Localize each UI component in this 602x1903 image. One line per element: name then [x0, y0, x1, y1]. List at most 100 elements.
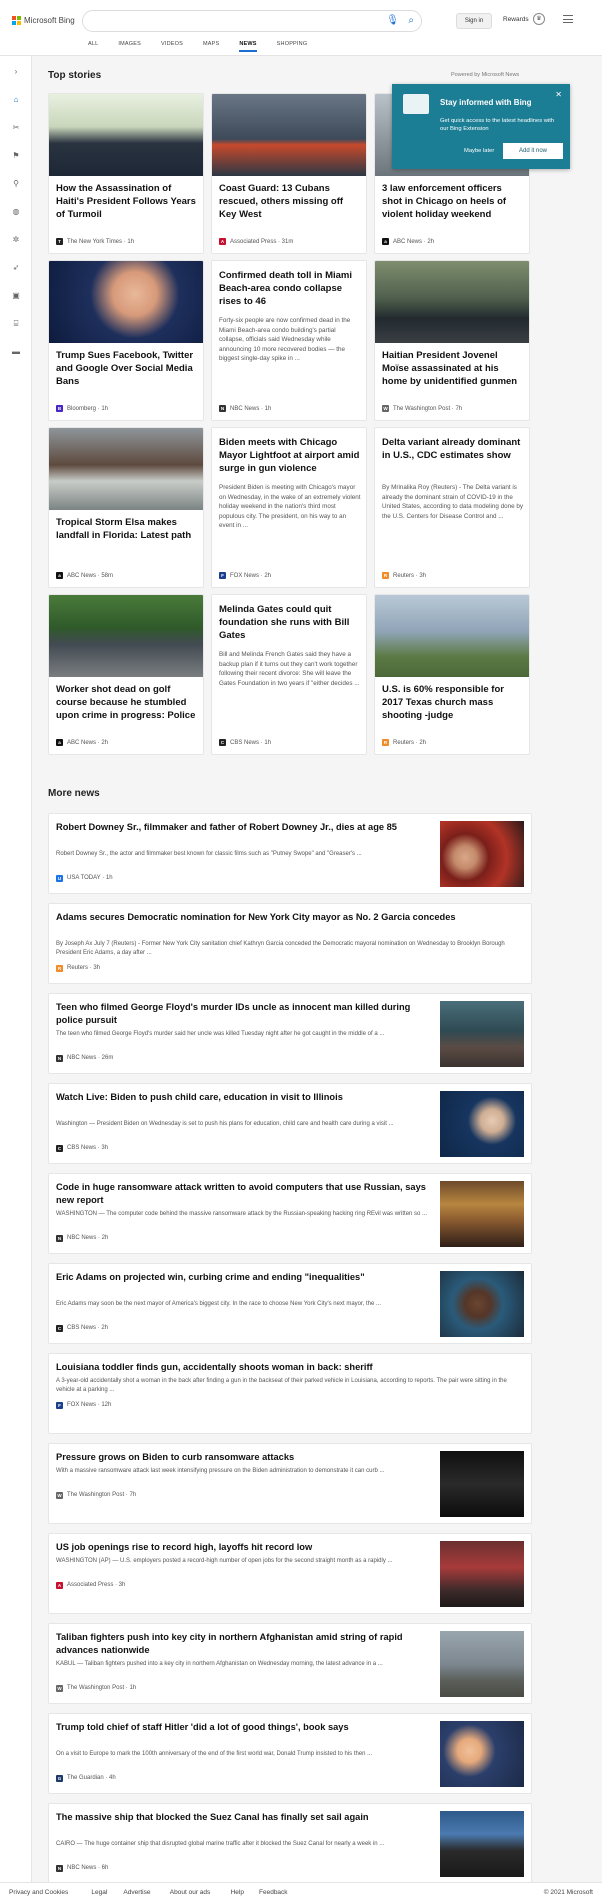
location-pin-icon[interactable]: ⚲	[10, 178, 22, 190]
more-news-item[interactable]: Adams secures Democratic nomination for …	[48, 903, 532, 984]
news-card-image[interactable]	[49, 428, 203, 510]
news-card[interactable]: Worker shot dead on golf course because …	[48, 594, 204, 755]
footer-link[interactable]: Feedback	[259, 1889, 288, 1896]
news-card-title[interactable]: Melinda Gates could quit foundation she …	[219, 603, 361, 642]
more-news-image[interactable]	[440, 821, 524, 887]
more-news-title[interactable]: Pressure grows on Biden to curb ransomwa…	[56, 1451, 436, 1464]
more-news-image[interactable]	[440, 1001, 524, 1067]
more-news-item[interactable]: Watch Live: Biden to push child care, ed…	[48, 1083, 532, 1164]
news-card-title[interactable]: Worker shot dead on golf course because …	[56, 683, 198, 722]
tools-icon[interactable]: ✂	[10, 122, 22, 134]
more-news-image[interactable]	[440, 1091, 524, 1157]
tab-videos[interactable]: VIDEOS	[161, 41, 183, 52]
news-card-source[interactable]: C CBS News · 1h	[219, 739, 271, 746]
more-news-image[interactable]	[440, 1181, 524, 1247]
news-card-image[interactable]	[49, 261, 203, 343]
footer-link[interactable]: Advertise	[123, 1889, 150, 1896]
news-card[interactable]: Delta variant already dominant in U.S., …	[374, 427, 530, 588]
search-input[interactable]: 🎙 ⌕	[82, 10, 422, 32]
news-card-title[interactable]: Biden meets with Chicago Mayor Lightfoot…	[219, 436, 361, 475]
more-news-item[interactable]: Eric Adams on projected win, curbing cri…	[48, 1263, 532, 1344]
news-card-image[interactable]	[375, 595, 529, 677]
news-card-title[interactable]: Confirmed death toll in Miami Beach-area…	[219, 269, 361, 308]
more-news-title[interactable]: Louisiana toddler finds gun, accidentall…	[56, 1361, 526, 1374]
bank-icon[interactable]: ⌸	[10, 318, 22, 330]
more-news-source[interactable]: F FOX News · 12h	[56, 1401, 111, 1409]
more-news-image[interactable]	[440, 1631, 524, 1697]
flag-icon[interactable]: ⚑	[10, 150, 22, 162]
more-news-title[interactable]: US job openings rise to record high, lay…	[56, 1541, 436, 1554]
maybe-later-button[interactable]: Maybe later	[464, 148, 494, 154]
footer-link[interactable]: Privacy and Cookies	[9, 1889, 68, 1896]
close-icon[interactable]: ✕	[555, 90, 562, 99]
more-news-image[interactable]	[440, 1541, 524, 1607]
microphone-icon[interactable]: 🎙	[386, 15, 399, 26]
more-news-item[interactable]: The massive ship that blocked the Suez C…	[48, 1803, 532, 1884]
more-news-source[interactable]: A Associated Press · 3h	[56, 1581, 125, 1589]
news-card-image[interactable]	[212, 94, 366, 176]
footer-link[interactable]: Help	[231, 1889, 244, 1896]
search-icon[interactable]: ⌕	[408, 15, 414, 26]
more-news-title[interactable]: Watch Live: Biden to push child care, ed…	[56, 1091, 436, 1104]
tab-images[interactable]: IMAGES	[118, 41, 141, 52]
news-card-title[interactable]: Trump Sues Facebook, Twitter and Google …	[56, 349, 198, 388]
news-card-source[interactable]: N NBC News · 1h	[219, 405, 271, 412]
more-news-source[interactable]: W The Washington Post · 1h	[56, 1684, 136, 1692]
news-card-source[interactable]: R Reuters · 2h	[382, 739, 426, 746]
more-news-item[interactable]: Pressure grows on Biden to curb ransomwa…	[48, 1443, 532, 1524]
footer-link[interactable]: Legal	[91, 1889, 107, 1896]
more-news-title[interactable]: Teen who filmed George Floyd's murder ID…	[56, 1001, 436, 1027]
more-news-title[interactable]: Adams secures Democratic nomination for …	[56, 911, 526, 924]
menu-icon[interactable]	[563, 15, 573, 26]
sign-in-button[interactable]: Sign in	[456, 13, 492, 29]
more-news-image[interactable]	[440, 1451, 524, 1517]
tab-shopping[interactable]: SHOPPING	[277, 41, 308, 52]
more-news-image[interactable]	[440, 1721, 524, 1787]
rewards-trophy-icon[interactable]: ♛	[533, 13, 545, 25]
more-news-title[interactable]: Code in huge ransomware attack written t…	[56, 1181, 436, 1207]
news-card-source[interactable]: W The Washington Post · 7h	[382, 405, 462, 412]
more-news-source[interactable]: G The Guardian · 4h	[56, 1774, 116, 1782]
news-card[interactable]: U.S. is 60% responsible for 2017 Texas c…	[374, 594, 530, 755]
more-news-source[interactable]: C CBS News · 3h	[56, 1144, 108, 1152]
film-icon[interactable]: ▣	[10, 290, 22, 302]
more-news-item[interactable]: Taliban fighters push into key city in n…	[48, 1623, 532, 1704]
footer-link[interactable]: About our ads	[170, 1889, 210, 1896]
news-card[interactable]: Biden meets with Chicago Mayor Lightfoot…	[211, 427, 367, 588]
more-news-source[interactable]: U USA TODAY · 1h	[56, 874, 113, 882]
news-card[interactable]: Coast Guard: 13 Cubans rescued, others m…	[211, 93, 367, 254]
more-news-item[interactable]: Louisiana toddler finds gun, accidentall…	[48, 1353, 532, 1434]
more-news-source[interactable]: R Reuters · 3h	[56, 964, 100, 972]
news-card-title[interactable]: U.S. is 60% responsible for 2017 Texas c…	[382, 683, 524, 722]
more-news-item[interactable]: Robert Downey Sr., filmmaker and father …	[48, 813, 532, 894]
more-news-title[interactable]: Robert Downey Sr., filmmaker and father …	[56, 821, 436, 834]
news-card-image[interactable]	[49, 595, 203, 677]
more-news-item[interactable]: US job openings rise to record high, lay…	[48, 1533, 532, 1614]
news-card-image[interactable]	[375, 261, 529, 343]
news-card-source[interactable]: A Associated Press · 31m	[219, 238, 293, 245]
news-card-source[interactable]: a ABC News · 2h	[56, 739, 108, 746]
globe-icon[interactable]: ◍	[10, 206, 22, 218]
news-card[interactable]: Haitian President Jovenel Moïse assassin…	[374, 260, 530, 421]
bing-logo[interactable]: Microsoft Bing	[12, 16, 75, 25]
news-card-source[interactable]: a ABC News · 58m	[56, 572, 113, 579]
add-it-now-button[interactable]: Add it now	[503, 143, 563, 159]
news-card[interactable]: Confirmed death toll in Miami Beach-area…	[211, 260, 367, 421]
more-news-item[interactable]: Trump told chief of staff Hitler 'did a …	[48, 1713, 532, 1794]
more-news-item[interactable]: Teen who filmed George Floyd's murder ID…	[48, 993, 532, 1074]
more-news-title[interactable]: Eric Adams on projected win, curbing cri…	[56, 1271, 436, 1284]
news-card-title[interactable]: Delta variant already dominant in U.S., …	[382, 436, 524, 462]
news-card-title[interactable]: How the Assassination of Haiti's Preside…	[56, 182, 198, 221]
more-news-item[interactable]: Code in huge ransomware attack written t…	[48, 1173, 532, 1254]
news-card[interactable]: Tropical Storm Elsa makes landfall in Fl…	[48, 427, 204, 588]
more-news-image[interactable]	[440, 1811, 524, 1877]
card-icon[interactable]: ▬	[10, 346, 22, 358]
atom-icon[interactable]: ✲	[10, 234, 22, 246]
more-news-title[interactable]: The massive ship that blocked the Suez C…	[56, 1811, 436, 1824]
news-card-source[interactable]: R Reuters · 3h	[382, 572, 426, 579]
news-card-title[interactable]: 3 law enforcement officers shot in Chica…	[382, 182, 524, 221]
more-news-source[interactable]: N NBC News · 26m	[56, 1054, 113, 1062]
more-news-title[interactable]: Taliban fighters push into key city in n…	[56, 1631, 436, 1657]
rewards-link[interactable]: Rewards	[503, 16, 529, 23]
more-news-source[interactable]: C CBS News · 2h	[56, 1324, 108, 1332]
